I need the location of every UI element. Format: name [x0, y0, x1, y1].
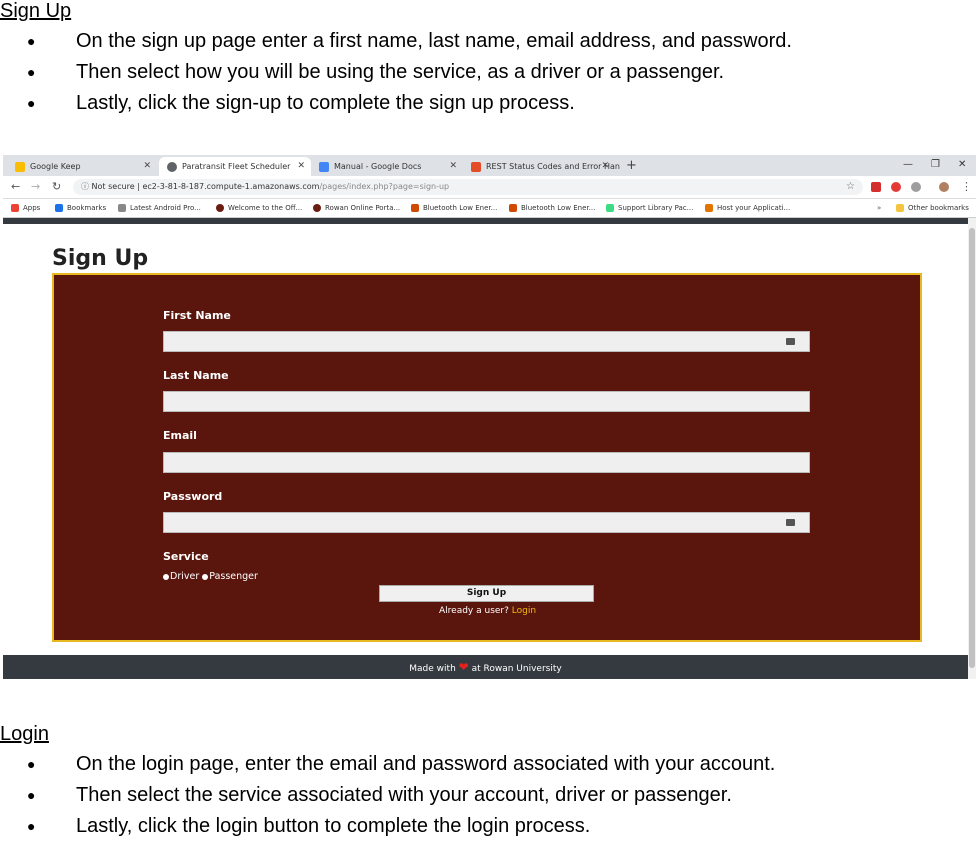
site-navbar	[3, 218, 968, 224]
url-field[interactable]: ⓘ Not secure | ec2-3-81-8-187.compute-1.…	[73, 179, 863, 195]
rest-icon	[471, 161, 481, 172]
driver-label: Driver	[170, 571, 200, 582]
host-icon	[705, 204, 713, 212]
keep-icon	[15, 161, 25, 172]
bookmark-item[interactable]: Bookmarks	[55, 199, 106, 217]
login-heading: Login	[0, 723, 49, 745]
docs-icon	[319, 161, 329, 172]
bullet-icon: ●	[27, 95, 36, 111]
bookmarks-bar: Apps Bookmarks Latest Android Pro... Wel…	[3, 199, 976, 218]
sign-up-button[interactable]: Sign Up	[379, 585, 594, 602]
extension-icon[interactable]	[911, 182, 921, 192]
folder-icon	[896, 204, 904, 212]
list-item: ● Lastly, click the sign-up to complete t…	[0, 88, 792, 119]
more-bookmarks-icon[interactable]: »	[877, 199, 881, 217]
bookmark-item[interactable]: Host your Applicati...	[705, 199, 790, 217]
first-name-field[interactable]	[163, 331, 810, 352]
reload-icon[interactable]: ↻	[52, 179, 61, 195]
bookmark-item[interactable]: Rowan Online Porta...	[313, 199, 400, 217]
window-close-icon[interactable]: ✕	[958, 157, 966, 173]
tab-google-keep[interactable]: Google Keep ✕	[7, 157, 157, 176]
rowan-icon	[313, 204, 321, 212]
tab-paratransit[interactable]: Paratransit Fleet Scheduler ✕	[159, 157, 311, 176]
bookmark-item[interactable]: Bluetooth Low Ener...	[509, 199, 595, 217]
forward-icon[interactable]: →	[31, 179, 40, 195]
last-name-field[interactable]	[163, 391, 810, 412]
bullet-icon: ●	[27, 64, 36, 80]
bullet-icon: ●	[27, 818, 36, 834]
bookmark-item[interactable]: Latest Android Pro...	[118, 199, 201, 217]
password-label: Password	[163, 490, 223, 503]
android-icon	[606, 204, 614, 212]
extension-icon[interactable]	[871, 182, 881, 192]
url-path: /pages/index.php?page=sign-up	[319, 182, 450, 191]
signup-form: First Name Last Name Email Password Serv…	[52, 273, 922, 642]
close-icon[interactable]: ✕	[601, 157, 609, 176]
login-bullet-list: ● On the login page, enter the email and …	[0, 749, 775, 842]
extension-icon[interactable]	[891, 182, 901, 192]
scrollbar[interactable]	[968, 218, 976, 679]
rowan-icon	[216, 204, 224, 212]
bullet-icon: ●	[27, 787, 36, 803]
list-item: ● Then select how you will be using the s…	[0, 57, 792, 88]
site-footer: Made with ❤ at Rowan University	[3, 655, 968, 679]
info-icon[interactable]: ⓘ	[81, 182, 89, 191]
autofill-icon[interactable]	[786, 338, 795, 345]
address-bar: ← → ↻ ⓘ Not secure | ec2-3-81-8-187.comp…	[3, 176, 976, 199]
apps-grid-icon	[11, 204, 19, 212]
list-item: ● On the login page, enter the email and …	[0, 749, 775, 780]
bullet-icon: ●	[27, 756, 36, 772]
passenger-radio[interactable]	[202, 573, 209, 580]
last-name-label: Last Name	[163, 369, 229, 382]
bookmark-item[interactable]: Welcome to the Off...	[216, 199, 302, 217]
first-name-label: First Name	[163, 309, 231, 322]
bookmark-item[interactable]: Support Library Pac...	[606, 199, 693, 217]
login-link[interactable]: Login	[512, 606, 536, 616]
list-item: ● Then select the service associated with…	[0, 780, 775, 811]
heart-icon: ❤	[458, 660, 469, 674]
signup-heading: Sign Up	[0, 0, 72, 22]
service-label: Service	[163, 550, 209, 563]
bookmark-item[interactable]: Bluetooth Low Ener...	[411, 199, 497, 217]
scrollbar-thumb[interactable]	[969, 228, 975, 668]
close-icon[interactable]: ✕	[297, 157, 305, 176]
password-field[interactable]	[163, 512, 810, 533]
security-label: Not secure	[91, 182, 135, 191]
bluetooth-icon	[509, 204, 517, 212]
passenger-label: Passenger	[209, 571, 258, 582]
driver-radio[interactable]	[163, 573, 169, 580]
url-host: ec2-3-81-8-187.compute-1.amazonaws.com	[142, 182, 320, 191]
email-label: Email	[163, 429, 197, 442]
list-item: ● Lastly, click the login button to compl…	[0, 811, 775, 842]
tab-bar: Google Keep ✕ Paratransit Fleet Schedule…	[3, 155, 976, 176]
other-bookmarks[interactable]: Other bookmarks	[896, 199, 969, 217]
bookmark-apps[interactable]: Apps	[11, 199, 40, 217]
autofill-icon[interactable]	[786, 519, 795, 526]
tab-google-docs[interactable]: Manual - Google Docs ✕	[311, 157, 463, 176]
service-options: Driver Passenger	[163, 571, 258, 582]
restore-icon[interactable]: ❐	[931, 157, 940, 173]
android-icon	[118, 204, 126, 212]
list-item: ● On the sign up page enter a first name,…	[0, 26, 792, 57]
email-field[interactable]	[163, 452, 810, 473]
tab-rest-status[interactable]: REST Status Codes and Error Han ✕	[463, 157, 620, 176]
menu-icon[interactable]: ⋮	[961, 179, 972, 195]
avatar[interactable]	[939, 182, 949, 192]
star-icon	[55, 204, 63, 212]
signup-bullet-list: ● On the sign up page enter a first name,…	[0, 26, 792, 119]
minimize-icon[interactable]: —	[903, 157, 913, 173]
page-title: Sign Up	[52, 246, 149, 271]
browser-screenshot: Google Keep ✕ Paratransit Fleet Schedule…	[3, 155, 976, 679]
globe-icon	[167, 161, 177, 172]
back-icon[interactable]: ←	[11, 179, 20, 195]
close-icon[interactable]: ✕	[449, 157, 457, 176]
bluetooth-icon	[411, 204, 419, 212]
new-tab-button[interactable]: +	[626, 157, 637, 174]
bullet-icon: ●	[27, 33, 36, 49]
bookmark-star-icon[interactable]: ☆	[846, 179, 855, 195]
close-icon[interactable]: ✕	[143, 157, 151, 176]
already-user-text: Already a user? Login	[439, 606, 537, 616]
